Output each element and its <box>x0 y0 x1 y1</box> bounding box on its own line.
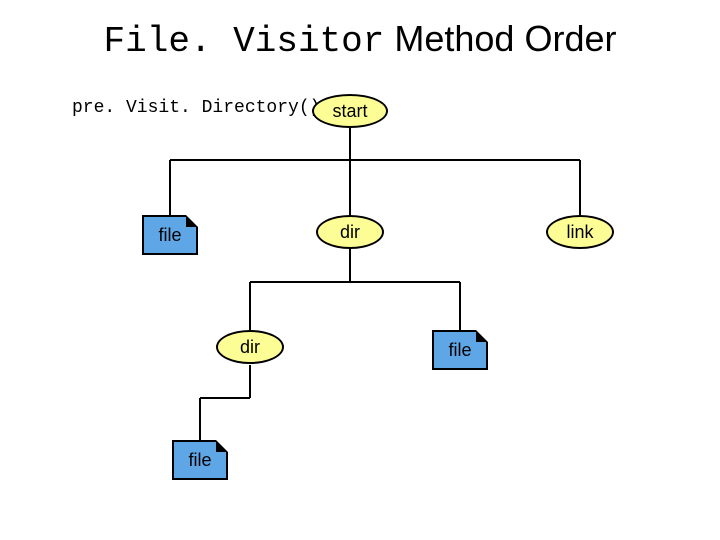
node-start: start <box>312 94 388 128</box>
page-title: File. Visitor Method Order <box>0 18 720 62</box>
title-rest: Method Order <box>384 18 616 59</box>
node-link-label: link <box>566 222 593 243</box>
node-dir-mid-label: dir <box>340 222 360 243</box>
node-file-right: file <box>432 330 488 370</box>
method-caption: pre. Visit. Directory() <box>72 98 320 118</box>
file-fold-icon <box>216 440 228 452</box>
file-fold-icon <box>476 330 488 342</box>
title-code: File. Visitor <box>104 21 385 62</box>
tree-connectors <box>0 0 720 540</box>
node-dir-lower-label: dir <box>240 337 260 358</box>
node-link: link <box>546 215 614 249</box>
node-dir-lower: dir <box>216 330 284 364</box>
node-start-label: start <box>332 101 367 122</box>
node-file-bottom-label: file <box>188 450 211 471</box>
file-fold-icon <box>186 215 198 227</box>
node-dir-mid: dir <box>316 215 384 249</box>
node-file-bottom: file <box>172 440 228 480</box>
node-file-left: file <box>142 215 198 255</box>
node-file-left-label: file <box>158 225 181 246</box>
node-file-right-label: file <box>448 340 471 361</box>
